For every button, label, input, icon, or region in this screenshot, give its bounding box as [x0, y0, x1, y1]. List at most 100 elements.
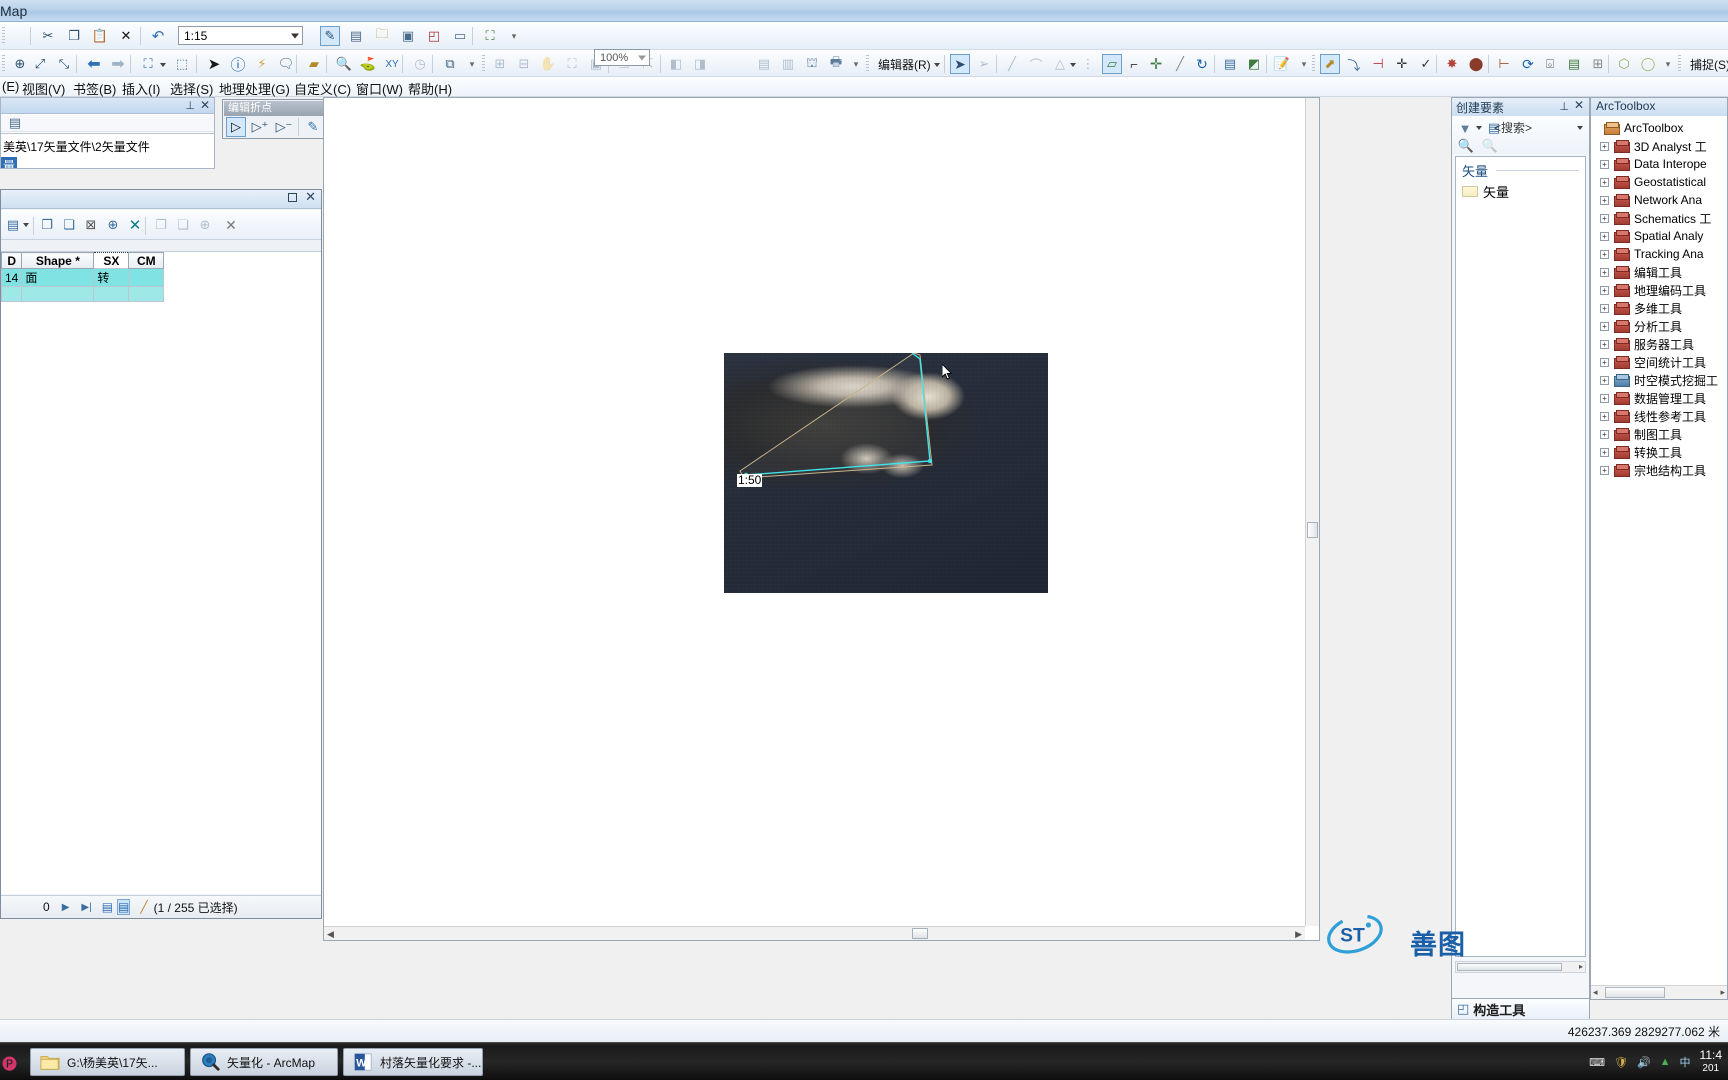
toolbox-item-conversion[interactable]: + 转换工具	[1591, 443, 1727, 461]
edit-annotation-icon[interactable]: ➢	[974, 54, 994, 74]
table-options-icon[interactable]: ▤	[3, 215, 23, 235]
rotate-icon[interactable]: ↻	[1192, 54, 1212, 74]
arctoolbox-icon[interactable]: ◰	[424, 26, 444, 46]
adv-next-page-icon[interactable]: ◨	[690, 54, 710, 74]
extend-tool-icon[interactable]: ✛	[1392, 54, 1412, 74]
straight-segment-icon[interactable]: ╱	[1002, 54, 1022, 74]
scroll-right-icon[interactable]: ▶	[1295, 929, 1302, 940]
zoom-in-icon[interactable]: ⊕	[10, 54, 30, 74]
scroll-right-icon[interactable]: ▸	[1579, 962, 1583, 971]
search-icon[interactable]: 🔍	[1456, 136, 1476, 156]
split-tool-icon[interactable]: ╱	[1170, 54, 1190, 74]
toolbox-item-3d-analyst[interactable]: + 3D Analyst 工	[1591, 137, 1727, 155]
start-button-icon[interactable]: 🅟	[2, 1053, 17, 1074]
delete-icon[interactable]: ✕	[116, 26, 136, 46]
scroll-left-icon[interactable]: ◀	[327, 929, 334, 940]
find-route-icon[interactable]: ⛳	[358, 54, 378, 74]
attribute-table-grid[interactable]: D Shape * SX CM 14 面 转	[1, 252, 321, 894]
add-field-icon[interactable]: ⊕	[195, 215, 215, 235]
add-vertex-icon[interactable]: ▷⁺	[250, 117, 270, 137]
toolbox-item-data-management[interactable]: + 数据管理工具	[1591, 389, 1727, 407]
catalog-icon[interactable]: 🗀	[372, 26, 392, 46]
select-features-icon[interactable]: ➤	[204, 54, 224, 74]
toolbox-item-tracking-analyst[interactable]: + Tracking Ana	[1591, 245, 1727, 263]
pin-icon[interactable]: ⊥	[185, 99, 195, 112]
adv-full-extent-icon[interactable]: ⛶	[562, 54, 582, 74]
copy-features-icon[interactable]: ⤵	[1344, 54, 1364, 74]
toolbox-item-spatial-analyst[interactable]: + Spatial Analy	[1591, 227, 1727, 245]
toolbox-item-analysis[interactable]: + 分析工具	[1591, 317, 1727, 335]
toolbox-item-space-time-pattern[interactable]: + 时空模式挖掘工	[1591, 371, 1727, 389]
switch-selection-icon[interactable]: ⊠	[81, 215, 101, 235]
arc-segment-icon[interactable]: ⌒	[1026, 54, 1046, 74]
expand-icon[interactable]: +	[1600, 411, 1609, 421]
editor-overflow-icon[interactable]: ▾	[1294, 54, 1314, 74]
model-builder-icon[interactable]: ⛶	[480, 26, 500, 46]
map-scale-combo[interactable]: 1:15	[178, 26, 303, 45]
scale-icon[interactable]: ▤	[1564, 54, 1584, 74]
cell-cm[interactable]	[128, 286, 165, 302]
related-tables-icon[interactable]: ❐	[37, 215, 57, 235]
cut-icon[interactable]: ✂	[38, 26, 58, 46]
menu-item-bookmarks[interactable]: 书签(B)	[73, 79, 116, 98]
find-icon[interactable]: 🔍	[334, 54, 354, 74]
table-row[interactable]: 14 面 转	[1, 268, 165, 287]
taskbar-item-word[interactable]: W 村落矢量化要求 -...	[343, 1048, 483, 1076]
scroll-left-icon[interactable]: ◂	[1593, 987, 1598, 998]
show-all-records-icon[interactable]: ▤	[102, 900, 113, 914]
column-header-sx[interactable]: SX	[93, 252, 130, 269]
copy-rows-icon[interactable]: ❐	[151, 215, 171, 235]
attributes-icon[interactable]: ▤	[1220, 54, 1240, 74]
generalize-icon[interactable]: ⬤	[1466, 54, 1486, 74]
sketch-properties-icon[interactable]: ◩	[1244, 54, 1264, 74]
fixed-zoom-out-icon[interactable]: ⤡	[54, 54, 74, 74]
layout-zoom-whole-icon[interactable]: ⛫	[802, 54, 822, 74]
undo-icon[interactable]: ↶	[148, 26, 168, 46]
tools-overflow-icon[interactable]: ▾	[462, 54, 482, 74]
back-extent-icon[interactable]: ⬅	[84, 54, 104, 74]
toolbox-item-schematics[interactable]: + Schematics 工	[1591, 209, 1727, 227]
expand-icon[interactable]: +	[1600, 321, 1609, 331]
cell-cm[interactable]	[128, 268, 165, 287]
cell-shape[interactable]: 面	[21, 268, 95, 287]
adv-zoom-out-icon[interactable]: ⊟	[514, 54, 534, 74]
snapping-menu-button[interactable]: 捕捉(S)	[1690, 56, 1728, 73]
menu-item-file[interactable]: (E)	[2, 79, 19, 94]
menu-item-view[interactable]: 视图(V)	[22, 79, 65, 98]
expand-icon[interactable]: +	[1600, 213, 1609, 223]
edit-tool-icon[interactable]: ➤	[950, 54, 970, 74]
show-selected-records-icon[interactable]: ▤	[117, 899, 131, 915]
table-of-contents-icon[interactable]: ▤	[346, 26, 366, 46]
menu-item-window[interactable]: 窗口(W)	[356, 79, 403, 98]
feature-template-item[interactable]: 矢量	[1456, 180, 1585, 201]
column-header-shape[interactable]: Shape *	[21, 252, 95, 269]
layout-data-driven-icon[interactable]: ▥	[778, 54, 798, 74]
input-method-icon[interactable]: 中	[1680, 1054, 1691, 1070]
toolbar-overflow-icon[interactable]: ▾	[504, 26, 524, 46]
explode-icon[interactable]: ✸	[1442, 54, 1462, 74]
edit-vertices-tool-icon[interactable]: ▱	[1102, 54, 1122, 74]
time-slider-icon[interactable]: ◷	[410, 54, 430, 74]
arctoolbox-hscrollbar[interactable]: ◂ ▸	[1591, 985, 1727, 999]
expand-icon[interactable]: +	[1600, 177, 1609, 187]
replace-geometry-icon[interactable]: ⟳	[1518, 54, 1538, 74]
layout-zoom-combo[interactable]: 100%	[594, 49, 650, 66]
trace-icon[interactable]: ⋮	[1078, 54, 1098, 74]
chevron-down-icon[interactable]	[1577, 126, 1583, 130]
scrollbar-thumb[interactable]	[1307, 522, 1318, 538]
hyperlink-icon[interactable]: ⚡	[252, 54, 272, 74]
continue-feature-icon[interactable]: ✎	[303, 117, 323, 137]
modify-sketch-vertices-icon[interactable]: ▷	[226, 117, 246, 137]
record-number-field[interactable]: 0	[43, 900, 50, 914]
toolbox-item-network-analyst[interactable]: + Network Ana	[1591, 191, 1727, 209]
select-by-attributes-icon[interactable]: ❏	[59, 215, 79, 235]
toolbox-item-linear-referencing[interactable]: + 线性参考工具	[1591, 407, 1727, 425]
expand-icon[interactable]: +	[1600, 159, 1609, 169]
expand-icon[interactable]: +	[1600, 339, 1609, 349]
create-features-hscrollbar[interactable]: ▸	[1455, 961, 1586, 973]
list-by-drawing-order-icon[interactable]: ▤	[5, 113, 25, 133]
delete-vertex-icon[interactable]: ▷⁻	[274, 117, 294, 137]
menu-item-selection[interactable]: 选择(S)	[170, 79, 213, 98]
shield-icon[interactable]: 🛡	[1614, 1056, 1628, 1069]
feature-template-list[interactable]: 矢量 矢量	[1455, 156, 1586, 957]
